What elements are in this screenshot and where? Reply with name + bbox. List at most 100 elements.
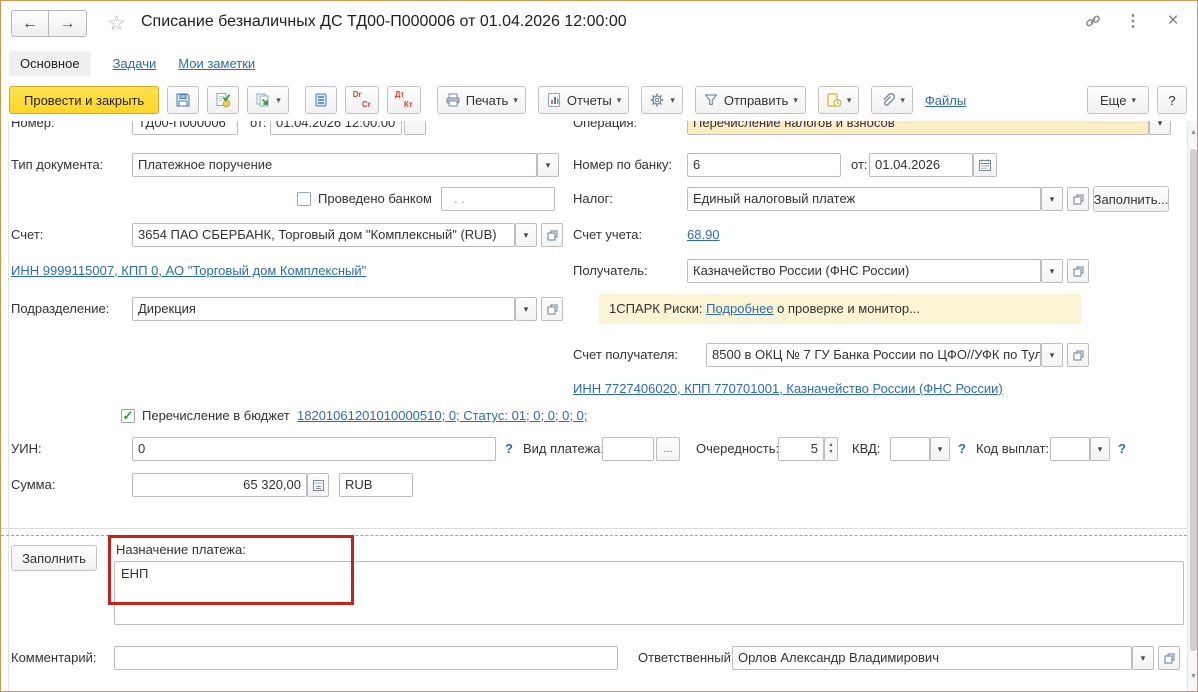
paperclip-icon xyxy=(879,92,896,108)
uin-help-icon[interactable]: ? xyxy=(505,437,513,461)
payment-kind-select-button[interactable]: ... xyxy=(656,437,680,461)
account-dropdown-button[interactable]: ▾ xyxy=(515,223,537,247)
budget-transfer-checkbox[interactable]: ✓ xyxy=(121,409,135,423)
page-title: Списание безналичных ДС ТД00-П000006 от … xyxy=(141,13,627,30)
payee-account-open-button[interactable] xyxy=(1067,343,1089,367)
post-document-icon xyxy=(215,92,231,108)
budget-details-link[interactable]: 18201061201010000510; 0; Статус: 01; 0; … xyxy=(297,404,587,428)
schedule-document-button[interactable]: ▾ xyxy=(817,86,860,114)
responsible-open-button[interactable] xyxy=(1158,646,1180,670)
attachments-button[interactable]: ▾ xyxy=(871,86,913,114)
payee-dropdown-button[interactable]: ▾ xyxy=(1041,259,1063,283)
payee-open-button[interactable] xyxy=(1067,259,1089,283)
post-and-close-button[interactable]: Провести и закрыть xyxy=(9,86,160,114)
get-link-icon[interactable] xyxy=(1083,11,1103,31)
open-icon xyxy=(546,229,559,242)
scroll-up-icon[interactable]: ▲ xyxy=(1188,129,1197,136)
priority-label: Очередность: xyxy=(696,441,780,456)
settings-button[interactable]: ▾ xyxy=(641,86,683,114)
back-button[interactable]: ← xyxy=(11,10,49,37)
responsible-dropdown-button[interactable]: ▾ xyxy=(1132,646,1154,670)
posted-by-bank-date-field[interactable]: . . xyxy=(441,187,555,211)
more-button[interactable]: Еще ▾ xyxy=(1087,86,1149,114)
posted-by-bank-checkbox[interactable] xyxy=(297,192,311,206)
scrollbar-thumb[interactable] xyxy=(1189,149,1197,651)
chevron-down-icon: ▾ xyxy=(846,94,852,105)
vertical-scrollbar[interactable]: ▲ ▼ xyxy=(1187,121,1197,691)
print-button[interactable]: Печать ▾ xyxy=(436,86,526,114)
uin-field[interactable]: 0 xyxy=(132,437,496,461)
amount-label: Сумма: xyxy=(11,477,56,492)
registers-button[interactable] xyxy=(304,86,337,114)
bank-number-field[interactable]: 6 xyxy=(687,153,841,177)
kvd-field[interactable] xyxy=(890,437,930,461)
payment-kind-field[interactable] xyxy=(602,437,654,461)
fill-tax-button[interactable]: Заполнить... xyxy=(1093,186,1169,212)
open-icon xyxy=(1163,652,1176,665)
account-open-button[interactable] xyxy=(541,223,563,247)
calendar-icon xyxy=(978,158,992,172)
payee-account-label: Счет получателя: xyxy=(573,347,679,362)
department-field[interactable]: Дирекция xyxy=(132,297,515,321)
payee-field[interactable]: Казначейство России (ФНС России) xyxy=(687,259,1041,283)
post-button[interactable] xyxy=(207,86,240,114)
kvd-dropdown-button[interactable]: ▾ xyxy=(930,437,950,461)
amount-field[interactable]: 65 320,00 xyxy=(132,473,307,497)
comment-field[interactable] xyxy=(114,646,618,670)
payee-info-link[interactable]: ИНН 7727406020, КПП 770701001, Казначейс… xyxy=(573,377,1003,401)
payout-code-field[interactable] xyxy=(1050,437,1090,461)
doc-type-dropdown-button[interactable]: ▾ xyxy=(537,153,559,177)
kvd-help-icon[interactable]: ? xyxy=(958,437,966,461)
tax-field[interactable]: Единый налоговый платеж xyxy=(687,187,1041,211)
more-menu-icon[interactable]: ⋮ xyxy=(1123,11,1143,31)
department-dropdown-button[interactable]: ▾ xyxy=(515,297,537,321)
priority-field[interactable]: 5 xyxy=(778,437,824,461)
number-field[interactable]: ТД00-П000006 xyxy=(132,121,238,135)
document-datetime-field[interactable]: 01.04.2026 12:00:00 xyxy=(270,121,402,135)
doc-type-field[interactable]: Платежное поручение xyxy=(132,153,537,177)
department-open-button[interactable] xyxy=(541,297,563,321)
payout-code-label: Код выплат: xyxy=(976,441,1050,456)
scroll-down-icon[interactable]: ▼ xyxy=(1188,673,1197,680)
datetime-extra-button[interactable] xyxy=(404,121,426,135)
payout-code-help-icon[interactable]: ? xyxy=(1118,437,1126,461)
accounting-account-link[interactable]: 68.90 xyxy=(687,223,720,247)
funnel-icon xyxy=(703,92,719,108)
dtkt-button[interactable]: Дт Кт xyxy=(386,86,421,114)
priority-spinner[interactable]: ▴ ▾ xyxy=(824,437,838,461)
payer-info-link[interactable]: ИНН 9999115007, КПП 0, АО "Торговый дом … xyxy=(11,259,366,283)
operation-field[interactable]: Перечисление налогов и взносов xyxy=(687,121,1149,135)
fill-purpose-button[interactable]: Заполнить xyxy=(11,545,97,571)
chevron-down-icon: ▾ xyxy=(513,94,518,105)
tab-tasks[interactable]: Задачи xyxy=(113,56,157,71)
help-button[interactable]: ? xyxy=(1157,86,1187,114)
tab-my-notes[interactable]: Мои заметки xyxy=(178,56,255,71)
calculator-button[interactable] xyxy=(307,473,329,497)
dr-cr-icon: Dr Cr xyxy=(352,90,371,109)
document-window: ← → ☆ Списание безналичных ДС ТД00-П0000… xyxy=(0,0,1198,692)
open-icon xyxy=(1072,265,1085,278)
payee-account-field[interactable]: 8500 в ОКЦ № 7 ГУ Банка России по ЦФО//У… xyxy=(706,343,1041,367)
favorite-star-icon[interactable]: ☆ xyxy=(107,11,126,36)
account-field[interactable]: 3654 ПАО СБЕРБАНК, Торговый дом "Комплек… xyxy=(132,223,515,247)
close-icon[interactable]: × xyxy=(1163,10,1183,31)
forward-button[interactable]: → xyxy=(49,10,87,37)
payee-account-dropdown-button[interactable]: ▾ xyxy=(1041,343,1063,367)
bank-date-field[interactable]: 01.04.2026 xyxy=(869,153,973,177)
calendar-button[interactable] xyxy=(973,153,997,177)
payout-code-dropdown-button[interactable]: ▾ xyxy=(1090,437,1110,461)
send-button[interactable]: Отправить ▾ xyxy=(694,86,806,114)
drcr-button[interactable]: Dr Cr xyxy=(344,86,379,114)
tax-open-button[interactable] xyxy=(1067,187,1089,211)
save-button[interactable] xyxy=(167,86,200,114)
files-link[interactable]: Файлы xyxy=(925,93,966,108)
copy-document-icon xyxy=(255,92,271,108)
create-based-on-button[interactable]: ▾ xyxy=(247,86,289,114)
chevron-down-icon: ▾ xyxy=(900,94,905,105)
spark-details-link[interactable]: Подробнее xyxy=(706,301,773,316)
tax-dropdown-button[interactable]: ▾ xyxy=(1041,187,1063,211)
reports-button[interactable]: Отчеты ▾ xyxy=(537,86,630,114)
tab-main[interactable]: Основное xyxy=(9,50,91,76)
responsible-field[interactable]: Орлов Александр Владимирович xyxy=(732,646,1132,670)
operation-dropdown-button[interactable]: ▾ xyxy=(1149,121,1171,135)
